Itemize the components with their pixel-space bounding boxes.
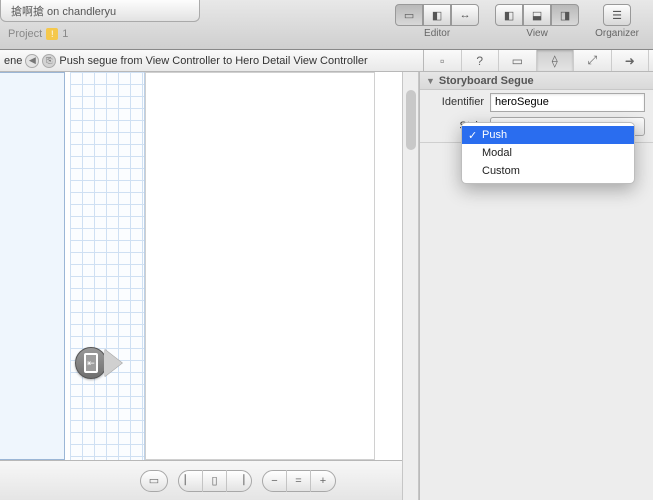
editor-mode-group: ▭ ◧ ↔ Editor <box>395 4 479 39</box>
path-segue[interactable]: Push segue from View Controller to Hero … <box>59 55 367 67</box>
style-option-modal[interactable]: Modal <box>462 144 634 162</box>
editor-version-button[interactable]: ↔ <box>451 4 479 26</box>
document-outline-toggle[interactable]: ▭ <box>140 470 168 492</box>
scene-view-controller[interactable] <box>0 72 65 460</box>
jump-bar: ene ◀ ⎘ Push segue from View Controller … <box>0 50 653 72</box>
zoom-in-button[interactable]: + <box>311 470 335 492</box>
style-dropdown-menu: Push Modal Custom <box>461 122 635 184</box>
view-group-label: View <box>526 28 548 39</box>
attributes-inspector-tab[interactable]: ⟠ <box>537 50 575 71</box>
align-right-button[interactable]: ⎹ <box>227 470 251 492</box>
organizer-group-label: Organizer <box>595 28 639 39</box>
inspector-tab-bar: ▫ ? ▭ ⟠ ⤢ ➜ <box>423 50 649 71</box>
segue-icon: ⎘ <box>42 54 56 68</box>
segue-arrow-icon <box>104 349 122 377</box>
zoom-out-button[interactable]: − <box>263 470 287 492</box>
editor-assistant-button[interactable]: ◧ <box>423 4 451 26</box>
canvas-grid <box>70 72 145 460</box>
view-debug-button[interactable]: ⬓ <box>523 4 551 26</box>
identifier-input[interactable] <box>490 93 645 112</box>
section-title: Storyboard Segue <box>439 75 534 87</box>
size-inspector-tab[interactable]: ⤢ <box>574 50 612 71</box>
align-controls: ⎸ ▯ ⎹ <box>178 470 252 492</box>
align-left-button[interactable]: ⎸ <box>179 470 203 492</box>
editor-area: ⇤ ▭ ⎸ ▯ ⎹ − = + <box>0 72 419 500</box>
section-header[interactable]: ▼ Storyboard Segue <box>420 72 653 90</box>
segue-node[interactable]: ⇤ <box>75 347 122 379</box>
identity-inspector-tab[interactable]: ▭ <box>499 50 537 71</box>
style-option-push[interactable]: Push <box>462 126 634 144</box>
organizer-group: ☰ Organizer <box>595 4 639 39</box>
path-fragment[interactable]: ene <box>4 55 22 67</box>
disclosure-triangle-icon[interactable]: ▼ <box>426 76 435 86</box>
history-back-icon[interactable]: ◀ <box>25 54 39 68</box>
quickhelp-inspector-tab[interactable]: ? <box>462 50 500 71</box>
connections-inspector-tab[interactable]: ➜ <box>612 50 650 71</box>
view-navigator-button[interactable]: ◧ <box>495 4 523 26</box>
warning-icon: ! <box>46 28 58 40</box>
file-inspector-tab[interactable]: ▫ <box>424 50 462 71</box>
organizer-button[interactable]: ☰ <box>603 4 631 26</box>
zoom-controls: − = + <box>262 470 336 492</box>
identifier-label: Identifier <box>420 96 490 108</box>
view-utilities-button[interactable]: ◨ <box>551 4 579 26</box>
editor-standard-button[interactable]: ▭ <box>395 4 423 26</box>
warning-count: 1 <box>62 28 68 40</box>
canvas-toolbar: ▭ ⎸ ▯ ⎹ − = + <box>0 460 403 500</box>
project-label: Project <box>8 28 42 40</box>
scrollbar-thumb[interactable] <box>406 90 416 150</box>
scene-detail-controller[interactable] <box>145 72 375 460</box>
editor-group-label: Editor <box>424 28 450 39</box>
storyboard-canvas[interactable]: ⇤ ▭ ⎸ ▯ ⎹ − = + <box>0 72 403 500</box>
vertical-scrollbar[interactable] <box>403 72 419 500</box>
style-option-custom[interactable]: Custom <box>462 162 634 180</box>
zoom-fit-button[interactable]: = <box>287 470 311 492</box>
window-tab[interactable]: 搶啊搶 on chandleryu <box>0 0 200 22</box>
view-group: ◧ ⬓ ◨ View <box>495 4 579 39</box>
tab-title: 搶啊搶 on chandleryu <box>11 3 116 19</box>
segue-push-icon: ⇤ <box>75 347 107 379</box>
identifier-row: Identifier <box>420 90 653 114</box>
align-center-button[interactable]: ▯ <box>203 470 227 492</box>
project-status: Project ! 1 <box>8 28 68 40</box>
toolbar: 搶啊搶 on chandleryu Project ! 1 ▭ ◧ ↔ Edit… <box>0 0 653 50</box>
